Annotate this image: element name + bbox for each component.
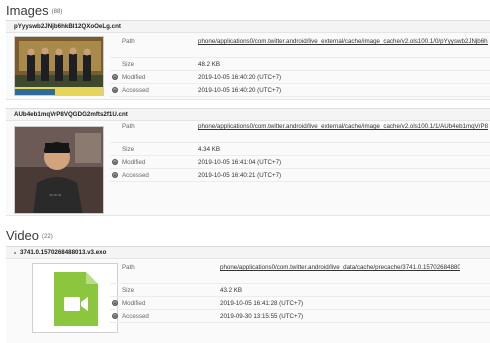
image-2-size-value: 4.34 KB [198,145,221,153]
clock-icon: ◷ [112,313,118,319]
person-photo-image: ~~~ [15,127,103,213]
image-2-accessed-label: Accessed [122,171,149,179]
image-1-modified-value: 2019-10-05 16:40:20 (UTC+7) [198,73,282,81]
image-2-accessed-label-wrap: ◷ Accessed [112,171,149,179]
video-section-title: Video (22) [6,228,53,243]
image-1-accessed-row: ◷ Accessed 2019-10-05 16:40:20 (UTC+7) [110,84,490,97]
image-2-thumbnail[interactable]: ~~~ [14,126,104,214]
video-1-modified-value: 2019-10-05 16:41:28 (UTC+7) [220,299,304,307]
image-1-path-link[interactable]: phone/applications0/com.twitter.android/… [198,38,488,54]
video-1-filename: 3741.0.1570268488013.v3.exo [20,249,107,256]
image-1-path-row: Path phone/applications0/com.twitter.and… [110,36,490,58]
image-1-modified-label: Modified [122,73,146,81]
image-2-accessed-value: 2019-10-05 16:40:21 (UTC+7) [198,171,282,179]
image-2-filename: AUb4eb1mqVrP8VQGDG2mfts2f1U.cnt [14,111,128,118]
video-title: Video [6,228,40,243]
video-1-thumbnail[interactable] [32,263,118,333]
image-1-accessed-label-wrap: ◷ Accessed [112,86,149,94]
video-1-accessed-label: Accessed [122,312,149,320]
image-2-header[interactable]: AUb4eb1mqVrP8VQGDG2mfts2f1U.cnt [6,108,490,121]
video-1-path-label: Path [122,264,135,271]
image-2-modified-row: ◷ Modified 2019-10-05 16:41:04 (UTC+7) [110,156,490,169]
video-1-path-link[interactable]: phone/applications0/com.twitter.android/… [220,264,460,280]
image-1-size-label: Size [122,60,135,68]
image-1-size-row: Size 48.2 KB [110,58,490,71]
video-1-accessed-row: ◷ Accessed 2019-09-30 13:15:55 (UTC+7) [110,310,490,323]
images-title: Images [6,3,49,18]
images-count: (88) [51,8,63,15]
clock-icon: ◷ [112,159,118,165]
image-2-path-label: Path [122,123,135,130]
image-1-filename: pYyyswb2JNjb6hkBI12QXoOeLg.cnt [14,23,121,30]
image-1-modified-row: ◷ Modified 2019-10-05 16:40:20 (UTC+7) [110,71,490,84]
clock-icon: ◷ [112,87,118,93]
image-1-modified-label-wrap: ◷ Modified [112,73,146,81]
image-1-path-label: Path [122,38,135,45]
image-2-path-link[interactable]: phone/applications0/com.twitter.android/… [198,123,488,139]
image-2-modified-value: 2019-10-05 16:41:04 (UTC+7) [198,158,282,166]
group-photo-image [15,37,103,95]
video-1-modified-row: ◷ Modified 2019-10-05 16:41:28 (UTC+7) [110,297,490,310]
svg-text:~~~: ~~~ [49,193,62,199]
video-1-size-value: 43.2 KB [220,286,243,294]
image-2-size-label: Size [122,145,135,153]
video-count: (22) [42,233,53,240]
bullet-icon [14,251,16,254]
image-2-modified-label-wrap: ◷ Modified [112,158,146,166]
images-section-title: Images (88) [6,3,62,18]
image-1-accessed-label: Accessed [122,86,149,94]
clock-icon: ◷ [112,74,118,80]
video-1-path-row: Path phone/applications0/com.twitter.and… [110,262,490,284]
image-2-modified-label: Modified [122,158,146,166]
video-1-accessed-label-wrap: ◷ Accessed [112,312,149,320]
image-1-thumbnail[interactable] [14,36,104,96]
image-1-accessed-value: 2019-10-05 16:40:20 (UTC+7) [198,86,282,94]
image-2-path-row: Path phone/applications0/com.twitter.and… [110,121,490,143]
image-2-size-row: Size 4.34 KB [110,143,490,156]
video-1-accessed-value: 2019-09-30 13:15:55 (UTC+7) [220,312,304,320]
image-1-size-value: 48.2 KB [198,60,221,68]
clock-icon: ◷ [112,300,118,306]
clock-icon: ◷ [112,172,118,178]
image-1-header[interactable]: pYyyswb2JNjb6hkBI12QXoOeLg.cnt [6,20,490,33]
video-1-size-label: Size [122,286,135,294]
image-2-accessed-row: ◷ Accessed 2019-10-05 16:40:21 (UTC+7) [110,169,490,182]
video-1-modified-label: Modified [122,299,146,307]
video-1-header[interactable]: 3741.0.1570268488013.v3.exo [6,246,490,259]
video-file-icon [54,272,98,326]
video-1-modified-label-wrap: ◷ Modified [112,299,146,307]
video-1-size-row: Size 43.2 KB [110,284,490,297]
